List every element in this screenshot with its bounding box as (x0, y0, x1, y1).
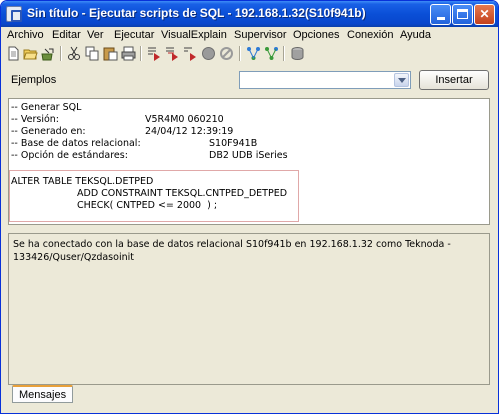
toolbar (1, 45, 498, 63)
editor-line: -- Opción de estándares: (11, 150, 128, 161)
pane-splitter[interactable] (8, 227, 490, 230)
toolbar-separator (239, 46, 241, 61)
editor-line: -- Versión: (11, 114, 60, 125)
toolbar-separator (60, 46, 62, 61)
standards-value: DB2 UDB iSeries (209, 150, 288, 161)
run-statement-icon[interactable] (183, 46, 198, 61)
title-bar[interactable]: Sin título - Ejecutar scripts de SQL - 1… (1, 1, 498, 27)
bottom-tabs: Mensajes (8, 385, 490, 405)
menu-ayuda[interactable]: Ayuda (400, 29, 431, 41)
stop-icon[interactable] (201, 46, 216, 61)
messages-pane: Se ha conectado con la base de datos rel… (8, 233, 490, 385)
paste-icon[interactable] (103, 46, 118, 61)
close-button[interactable]: ✕ (474, 4, 495, 25)
tab-mensajes[interactable]: Mensajes (12, 385, 74, 403)
run-and-explain-icon[interactable] (264, 46, 279, 61)
window-title: Sin título - Ejecutar scripts de SQL - 1… (27, 6, 366, 20)
menu-bar: Archivo Editar Ver Ejecutar VisualExplai… (1, 27, 498, 45)
menu-supervisor[interactable]: Supervisor (234, 29, 287, 41)
connect-icon[interactable] (290, 46, 305, 61)
menu-conexion[interactable]: Conexión (347, 29, 393, 41)
editor-line: ALTER TABLE TEKSQL.DETPED (11, 176, 154, 187)
cancel-icon[interactable] (219, 46, 234, 61)
visual-explain-icon[interactable] (246, 46, 261, 61)
minimize-button[interactable] (430, 4, 451, 25)
menu-opciones[interactable]: Opciones (293, 29, 339, 41)
cut-icon[interactable] (67, 46, 82, 61)
menu-archivo[interactable]: Archivo (7, 29, 44, 41)
new-file-icon[interactable] (6, 46, 21, 61)
editor-line: -- Generado en: (11, 126, 86, 137)
sql-editor[interactable]: -- Generar SQL -- Versión: -- Generado e… (8, 98, 490, 225)
generated-value: 24/04/12 12:39:19 (145, 126, 234, 137)
editor-line: -- Base de datos relacional: (11, 138, 141, 149)
toolbar-separator (140, 46, 142, 61)
menu-ejecutar[interactable]: Ejecutar (114, 29, 154, 41)
copy-icon[interactable] (85, 46, 100, 61)
run-all-icon[interactable] (147, 46, 162, 61)
editor-line: ADD CONSTRAINT TEKSQL.CNTPED_DETPED (77, 188, 288, 199)
menu-editar[interactable]: Editar (52, 29, 81, 41)
toolbar-separator (283, 46, 285, 61)
editor-line: -- Generar SQL (11, 102, 82, 113)
main-window: Sin título - Ejecutar scripts de SQL - 1… (0, 0, 499, 414)
app-icon (6, 6, 22, 22)
editor-line: CHECK( CNTPED <= 2000 ) ; (77, 200, 218, 211)
run-from-cursor-icon[interactable] (165, 46, 180, 61)
version-value: V5R4M0 060210 (145, 114, 224, 125)
print-icon[interactable] (121, 46, 136, 61)
menu-ver[interactable]: Ver (87, 29, 104, 41)
open-folder-icon[interactable] (23, 46, 38, 61)
menu-visualexplain[interactable]: VisualExplain (161, 29, 227, 41)
examples-dropdown[interactable] (239, 71, 411, 89)
examples-label: Ejemplos (11, 74, 57, 86)
database-value: S10F941B (209, 138, 258, 149)
insert-button[interactable]: Insertar (419, 70, 489, 90)
connection-message: Se ha conectado con la base de datos rel… (13, 239, 451, 263)
maximize-button[interactable] (452, 4, 473, 25)
save-icon[interactable] (41, 46, 56, 61)
chevron-down-icon[interactable] (394, 73, 409, 87)
